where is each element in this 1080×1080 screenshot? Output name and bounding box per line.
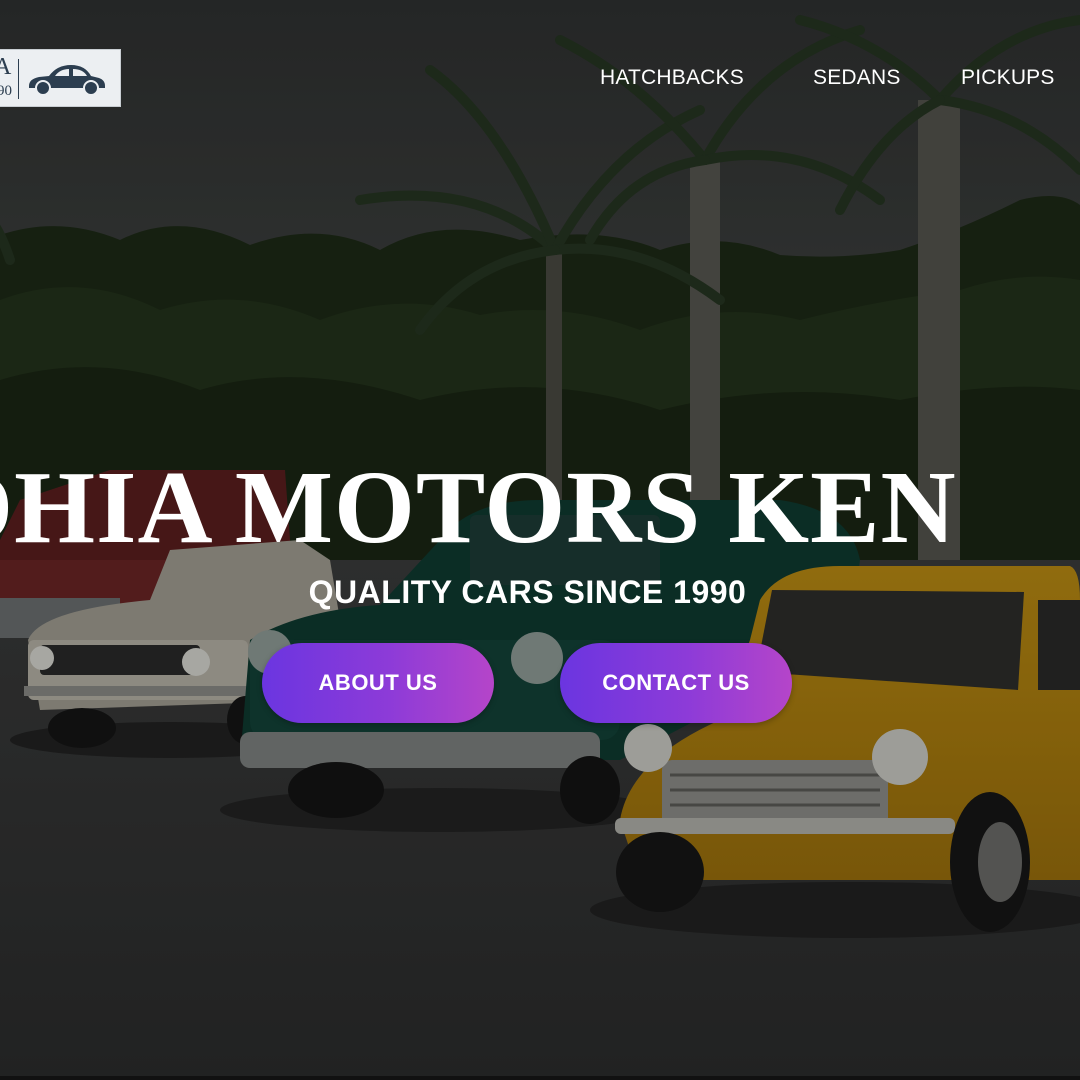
nav-link-sedans[interactable]: SEDANS [813, 66, 901, 90]
contact-us-button[interactable]: CONTACT US [560, 643, 792, 723]
main-nav: HATCHBACKS SEDANS PICKUPS [0, 66, 1080, 94]
hero-title: DHIA MOTORS KEN [0, 450, 957, 565]
nav-link-pickups[interactable]: PICKUPS [961, 66, 1055, 90]
hero-title-container: DHIA MOTORS KEN [0, 448, 1080, 568]
hero-subtitle: QUALITY CARS SINCE 1990 [308, 574, 747, 610]
bottom-edge [0, 1076, 1080, 1080]
nav-link-hatchbacks[interactable]: HATCHBACKS [600, 66, 744, 90]
about-us-button[interactable]: ABOUT US [262, 643, 494, 723]
